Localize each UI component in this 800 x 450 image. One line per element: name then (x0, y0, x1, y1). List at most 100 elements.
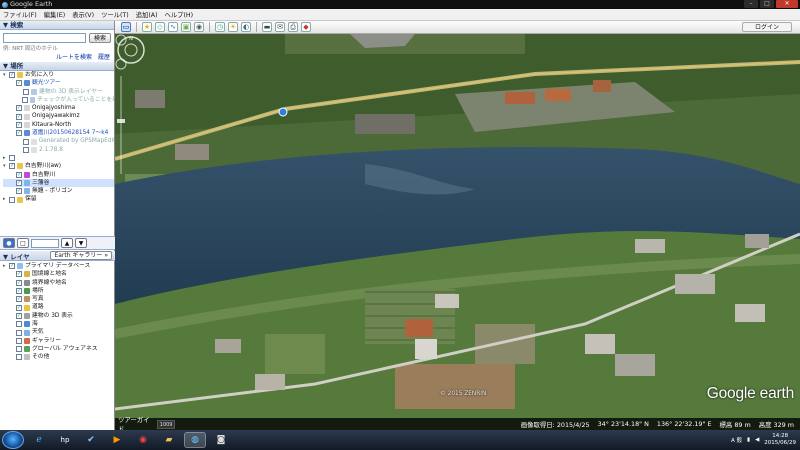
visibility-checkbox[interactable]: ✓ (9, 72, 15, 79)
visibility-checkbox[interactable]: ✓ (9, 263, 15, 270)
visibility-checkbox[interactable] (23, 146, 29, 153)
layers-tree-item[interactable]: ✓ 場所 (3, 287, 115, 295)
places-tree-item[interactable]: Generated by GPSMapEdit (3, 137, 114, 145)
places-tree-item[interactable]: ✓ 道鑑川20150628154 7～k4 (3, 129, 114, 137)
visibility-checkbox[interactable]: ✓ (16, 271, 22, 278)
places-filter-input[interactable] (31, 238, 59, 248)
path-icon[interactable]: ∿ (168, 22, 178, 32)
places-tree-item[interactable]: チェックが入っていることを確認 (3, 96, 114, 104)
visibility-checkbox[interactable] (22, 138, 29, 145)
places-tree-item[interactable]: ▸ (3, 154, 114, 162)
visibility-checkbox[interactable]: ✓ (16, 304, 22, 311)
visibility-checkbox[interactable] (16, 337, 22, 344)
visibility-checkbox[interactable] (9, 196, 15, 203)
satellite-imagery[interactable] (115, 34, 800, 430)
menu-add[interactable]: 追加(A) (136, 10, 158, 19)
earth-gallery-button[interactable]: Earth ギャラリー » (50, 251, 112, 260)
menu-help[interactable]: ヘルプ(H) (165, 10, 194, 19)
layers-tree-item[interactable]: 海 (3, 320, 115, 328)
view-in-maps-icon[interactable]: ◆ (301, 22, 311, 32)
visibility-checkbox[interactable]: ✓ (16, 188, 22, 195)
layers-tree-item[interactable]: ✓ 道路 (3, 303, 115, 311)
maximize-button[interactable]: □ (760, 0, 774, 8)
imagery-date[interactable]: 画像取得日: 2015/4/25 (521, 420, 590, 429)
visibility-checkbox[interactable]: ✓ (9, 163, 15, 170)
map-view[interactable]: N Google earth © 2015 ZENRIN (115, 34, 800, 430)
move-up-button[interactable]: ▲ (61, 238, 73, 248)
places-panel-header[interactable]: ▼ 場所 (0, 62, 114, 71)
visibility-checkbox[interactable] (16, 321, 22, 328)
places-tree-item[interactable]: ✓ 観光ツアー (3, 79, 114, 87)
places-tree-item[interactable]: ✓ 三藩谷 (3, 178, 114, 188)
checkmark-app-icon[interactable]: ✔ (80, 432, 102, 448)
google-earth-icon[interactable]: ◍ (184, 432, 206, 448)
layers-tree-item[interactable]: ✓ 写真 (3, 295, 115, 303)
search-places-icon[interactable]: ● (3, 238, 15, 248)
menu-tools[interactable]: ツール(T) (101, 10, 129, 19)
search-panel-header[interactable]: ▼ 検索 (0, 21, 114, 30)
layers-tree-item[interactable]: ▸ ✓ プライマリ データベース (3, 262, 115, 270)
media-player-icon[interactable]: ▶ (106, 432, 128, 448)
move-down-button[interactable]: ▼ (75, 238, 87, 248)
visibility-checkbox[interactable] (23, 88, 29, 95)
places-tree-item[interactable]: 建物の 3D 表示レイヤー (3, 88, 114, 96)
search-button[interactable]: 検索 (88, 33, 111, 43)
places-tree-item[interactable]: ✓ 白吉野川 (3, 171, 114, 179)
close-button[interactable]: ✕ (776, 0, 798, 8)
visibility-checkbox[interactable]: ✓ (16, 113, 22, 120)
volume-icon[interactable]: ◀ (755, 437, 759, 443)
places-tree-item[interactable]: ▸ 保留 (3, 195, 114, 203)
zoom-slider[interactable] (115, 34, 127, 184)
layers-panel-header[interactable]: ▼ レイヤ Earth ギャラリー » (0, 251, 115, 261)
visibility-checkbox[interactable]: ✓ (16, 279, 22, 286)
hp-icon[interactable]: hp (54, 432, 76, 448)
layer-view-icon[interactable]: □ (17, 238, 29, 248)
layers-tree-item[interactable]: ✓ 建物の 3D 表示 (3, 312, 115, 320)
layers-tree-item[interactable]: ギャラリー (3, 337, 115, 345)
tour-thumbnail[interactable]: 1009 (157, 419, 175, 429)
menu-view[interactable]: 表示(V) (72, 10, 94, 19)
search-input[interactable] (3, 33, 86, 43)
minimize-button[interactable]: – (744, 0, 758, 8)
visibility-checkbox[interactable]: ✓ (16, 171, 22, 178)
visibility-checkbox[interactable] (9, 155, 15, 162)
places-tree-item[interactable]: ▾ ✓ お気に入り (3, 71, 114, 79)
places-tree-item[interactable]: 2.1.78.8 (3, 146, 114, 154)
visibility-checkbox[interactable]: ✓ (16, 121, 22, 128)
overlay-icon[interactable]: ▣ (181, 22, 191, 32)
print-icon[interactable]: ⎙ (288, 22, 298, 32)
menu-file[interactable]: ファイル(F) (3, 10, 37, 19)
historical-imagery-icon[interactable]: ◷ (215, 22, 225, 32)
sunlight-icon[interactable]: ☀ (228, 22, 238, 32)
planets-icon[interactable]: ◐ (241, 22, 251, 32)
visibility-checkbox[interactable]: ✓ (16, 180, 22, 186)
email-icon[interactable]: ✉ (275, 22, 285, 32)
visibility-checkbox[interactable]: ✓ (16, 296, 22, 303)
ime-indicator[interactable]: A 般 (731, 436, 742, 444)
internet-explorer-icon[interactable]: ℯ (28, 432, 50, 448)
layers-tree-item[interactable]: ✓ 境界線や地名 (3, 279, 115, 287)
history-link[interactable]: 履歴 (98, 54, 110, 61)
network-icon[interactable]: ▮ (747, 437, 750, 443)
visibility-checkbox[interactable] (16, 354, 22, 361)
visibility-checkbox[interactable]: ✓ (16, 288, 22, 295)
visibility-checkbox[interactable]: ✓ (16, 130, 22, 137)
route-search-link[interactable]: ルートを検索 (56, 54, 92, 61)
polygon-icon[interactable]: ◇ (155, 22, 165, 32)
layers-tree-item[interactable]: 天気 (3, 328, 115, 336)
layers-tree-item[interactable]: グローバル アウェアネス (3, 345, 115, 353)
visibility-checkbox[interactable]: ✓ (16, 80, 22, 87)
sidebar-toggle-icon[interactable]: ▭ (121, 22, 131, 32)
file-explorer-icon[interactable]: ▰ (158, 432, 180, 448)
visibility-checkbox[interactable]: ✓ (16, 312, 22, 319)
layers-tree-item[interactable]: ✓ 国境線と地名 (3, 270, 115, 278)
tour-icon[interactable]: ◉ (194, 22, 204, 32)
ruler-icon[interactable]: ▬ (262, 22, 272, 32)
placemark-icon[interactable]: ★ (142, 22, 152, 32)
visibility-checkbox[interactable]: ✓ (16, 105, 22, 112)
places-tree-item[interactable]: ✓ Onigajyoshima (3, 104, 114, 112)
chrome-icon[interactable]: ◉ (132, 432, 154, 448)
visibility-checkbox[interactable] (16, 329, 22, 336)
visibility-checkbox[interactable] (22, 97, 28, 104)
layers-tree-item[interactable]: その他 (3, 353, 115, 361)
